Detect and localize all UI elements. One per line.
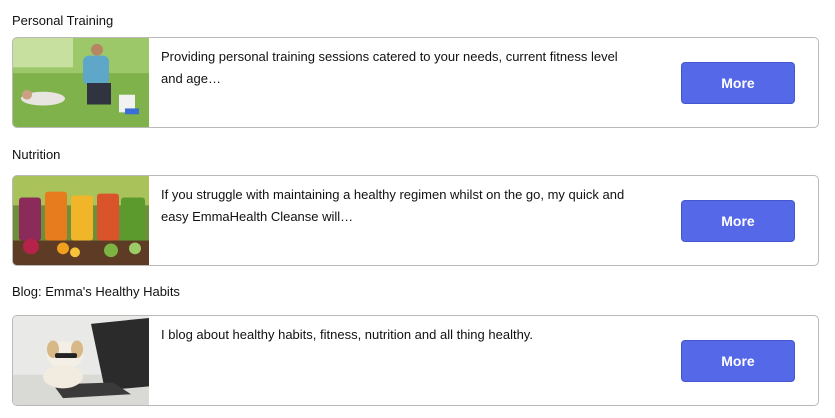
service-description: If you struggle with maintaining a healt… <box>161 187 625 224</box>
more-button-blog[interactable]: More <box>681 340 795 382</box>
service-card: I blog about healthy habits, fitness, nu… <box>12 315 819 406</box>
personal-training-photo <box>13 38 149 127</box>
service-blog: Blog: Emma's Healthy Habits I blog about… <box>12 283 819 406</box>
service-description: Providing personal training sessions cat… <box>161 49 618 86</box>
service-description: I blog about healthy habits, fitness, nu… <box>161 327 533 342</box>
juices-and-fruit-photo <box>13 176 149 265</box>
service-card: Providing personal training sessions cat… <box>12 37 819 128</box>
service-personal-training: Personal Training Providing personal tra… <box>12 12 819 128</box>
more-button-nutrition[interactable]: More <box>681 200 795 242</box>
dog-with-laptop-photo <box>13 316 149 405</box>
section-title: Personal Training <box>12 13 114 28</box>
section-title: Nutrition <box>12 147 61 162</box>
section-title: Blog: Emma's Healthy Habits <box>12 284 180 299</box>
more-button-personal-training[interactable]: More <box>681 62 795 104</box>
service-card: If you struggle with maintaining a healt… <box>12 175 819 266</box>
service-nutrition: Nutrition If you struggle with maintaini… <box>12 146 819 266</box>
